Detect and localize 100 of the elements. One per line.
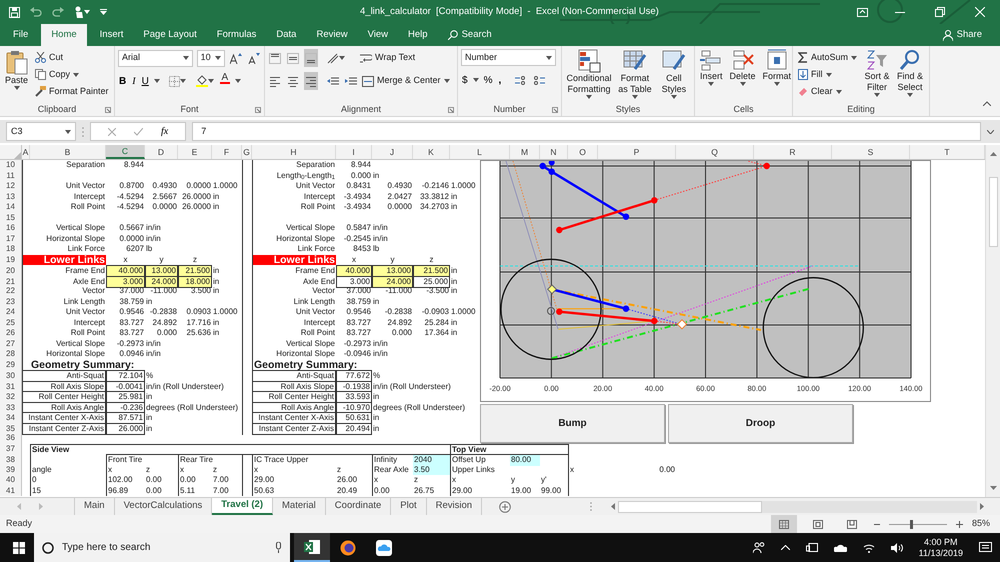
column-header[interactable]: L [450, 145, 510, 159]
percent-button[interactable]: % [482, 71, 494, 89]
font-size-dropdown[interactable]: 10 [196, 50, 225, 66]
column-header[interactable]: Q [676, 145, 754, 159]
column-header[interactable]: E [178, 145, 212, 159]
row-number[interactable]: 14 [0, 202, 22, 212]
share-button[interactable]: Share [932, 24, 992, 46]
row-number[interactable]: 25 [0, 318, 22, 328]
macro-button[interactable]: Bump [480, 404, 665, 443]
bold-button[interactable]: B [118, 72, 128, 90]
column-header[interactable]: C [106, 145, 145, 159]
column-header[interactable]: N [540, 145, 568, 159]
font-color-button[interactable]: A [218, 72, 231, 90]
column-header[interactable]: K [413, 145, 450, 159]
paste-button[interactable]: Paste [3, 49, 30, 103]
column-header[interactable]: R [754, 145, 832, 159]
row-number[interactable]: 41 [0, 486, 22, 496]
row-number[interactable]: 39 [0, 464, 22, 475]
row-number[interactable]: 28 [0, 349, 22, 360]
column-header[interactable]: D [145, 145, 178, 159]
clear-button[interactable]: Clear [796, 83, 860, 100]
styles-button[interactable]: Conditional Formatting [565, 49, 613, 103]
row-number[interactable]: 36 [0, 433, 22, 444]
cell-text: 26.75 [414, 486, 434, 496]
menu-tab[interactable]: File [3, 24, 38, 46]
autosum-button[interactable]: AutoSum [796, 49, 860, 66]
cells-button[interactable]: Format [760, 49, 794, 103]
menu-tab[interactable]: Help [398, 24, 438, 46]
comma-button[interactable]: , [497, 71, 502, 89]
row-number[interactable]: 24 [0, 307, 22, 318]
caret-icon [774, 82, 780, 86]
row-number[interactable]: 23 [0, 296, 22, 307]
sort-filter-button[interactable]: Sort & Filter [862, 49, 892, 103]
row-number[interactable]: 11 [0, 170, 22, 181]
scroll-thumb[interactable] [988, 177, 998, 247]
taskbar-app-button[interactable] [294, 533, 330, 562]
menu-tab[interactable]: Data [266, 24, 306, 46]
column-header[interactable]: A [22, 145, 30, 159]
font-name-dropdown[interactable]: Arial [118, 50, 193, 66]
macro-button[interactable]: Droop [668, 404, 853, 443]
row-number[interactable]: 17 [0, 234, 22, 244]
styles-button[interactable]: Format as Table [616, 49, 654, 103]
unit-label: in [373, 296, 380, 307]
wrap-text-button[interactable]: Wrap Text [358, 50, 418, 66]
cell-value: -4.5294 [116, 202, 144, 212]
formula-input[interactable]: 7 [192, 122, 981, 141]
menu-tab[interactable]: View [358, 24, 398, 46]
number-format-dropdown[interactable]: Number [461, 49, 556, 66]
search-box[interactable]: Search [438, 24, 502, 46]
axis-label: x [352, 254, 356, 265]
underline-button[interactable]: U [140, 72, 150, 90]
insert-function-button[interactable]: fx [160, 122, 170, 140]
vertical-align-button[interactable] [304, 49, 318, 67]
row-number[interactable]: 12 [0, 181, 22, 192]
menu-tab[interactable]: Formulas [206, 24, 266, 46]
find-select-button[interactable]: Find & Select [895, 49, 926, 103]
column-header[interactable]: F [212, 145, 242, 159]
row-number[interactable]: 38 [0, 454, 22, 466]
column-header[interactable]: H [252, 145, 336, 159]
slider-thumb[interactable] [910, 520, 914, 528]
fill-button[interactable]: Fill [796, 66, 860, 83]
scroll-thumb[interactable] [618, 500, 762, 512]
format-painter-button[interactable]: Format Painter [33, 83, 111, 100]
zoom-level[interactable]: 85% [972, 517, 990, 531]
column-header[interactable]: M [510, 145, 540, 159]
column-header[interactable]: O [568, 145, 598, 159]
cut-button[interactable]: Cut [33, 49, 111, 66]
row-number[interactable]: 22 [0, 286, 22, 296]
horizontal-align-button[interactable] [304, 72, 318, 90]
row-number[interactable]: 15 [0, 212, 22, 223]
sheet-tab[interactable]: Travel (2) [212, 498, 273, 515]
column-header[interactable]: S [832, 145, 910, 159]
column-header[interactable]: P [598, 145, 676, 159]
cells-button[interactable]: Insert [698, 49, 725, 103]
menu-tab[interactable]: Insert [90, 24, 134, 46]
copy-button[interactable]: Copy [33, 66, 111, 83]
menu-tab[interactable]: Page Layout [133, 24, 207, 46]
row-number[interactable]: 18 [0, 244, 22, 254]
normal-view-button[interactable] [770, 515, 797, 533]
row-number[interactable]: 27 [0, 338, 22, 349]
merge-center-button[interactable]: Merge & Center [362, 72, 450, 90]
currency-button[interactable]: $ [461, 71, 469, 89]
row-number[interactable]: 29 [0, 360, 22, 370]
row-number[interactable]: 40 [0, 475, 22, 486]
menu-tab[interactable]: Review [306, 24, 358, 46]
styles-button[interactable]: Cell Styles [656, 49, 691, 103]
row-number[interactable]: 16 [0, 223, 22, 234]
column-header[interactable]: I [336, 145, 372, 159]
column-header[interactable]: J [372, 145, 413, 159]
cells-button[interactable]: Delete [728, 49, 758, 103]
taskbar-search-field[interactable]: Type here to search [34, 533, 290, 562]
italic-button[interactable]: I [131, 72, 137, 90]
cell-value: 0.9546 [346, 307, 371, 318]
row-number[interactable]: 19 [0, 254, 22, 265]
row-number[interactable]: 10 [0, 160, 22, 170]
row-number[interactable]: 26 [0, 328, 22, 338]
menu-tab[interactable]: Home [41, 24, 87, 46]
row-number[interactable]: 13 [0, 192, 22, 202]
name-box[interactable]: C3 [6, 122, 76, 141]
column-header[interactable]: G [242, 145, 252, 159]
